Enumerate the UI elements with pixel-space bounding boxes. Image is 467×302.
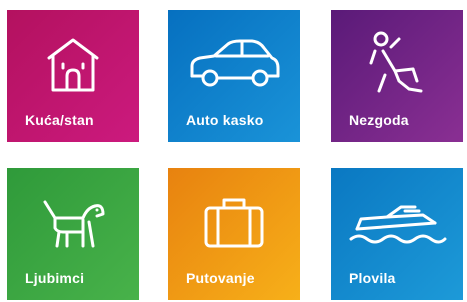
tile-plovila[interactable]: Plovila [331, 168, 463, 300]
tile-label: Auto kasko [186, 112, 264, 128]
tile-label: Putovanje [186, 270, 255, 286]
house-icon [7, 28, 139, 100]
tile-label: Kuća/stan [25, 112, 94, 128]
tile-label: Nezgoda [349, 112, 409, 128]
car-icon [168, 28, 300, 100]
falling-person-icon [331, 28, 463, 100]
tile-nezgoda[interactable]: Nezgoda [331, 10, 463, 142]
tile-ljubimci[interactable]: Ljubimci [7, 168, 139, 300]
tile-kuca-stan[interactable]: Kuća/stan [7, 10, 139, 142]
tile-auto-kasko[interactable]: Auto kasko [168, 10, 300, 142]
suitcase-icon [168, 186, 300, 258]
dog-icon [7, 186, 139, 258]
boat-icon [331, 186, 463, 258]
tile-putovanje[interactable]: Putovanje [168, 168, 300, 300]
tile-label: Plovila [349, 270, 396, 286]
tile-label: Ljubimci [25, 270, 85, 286]
